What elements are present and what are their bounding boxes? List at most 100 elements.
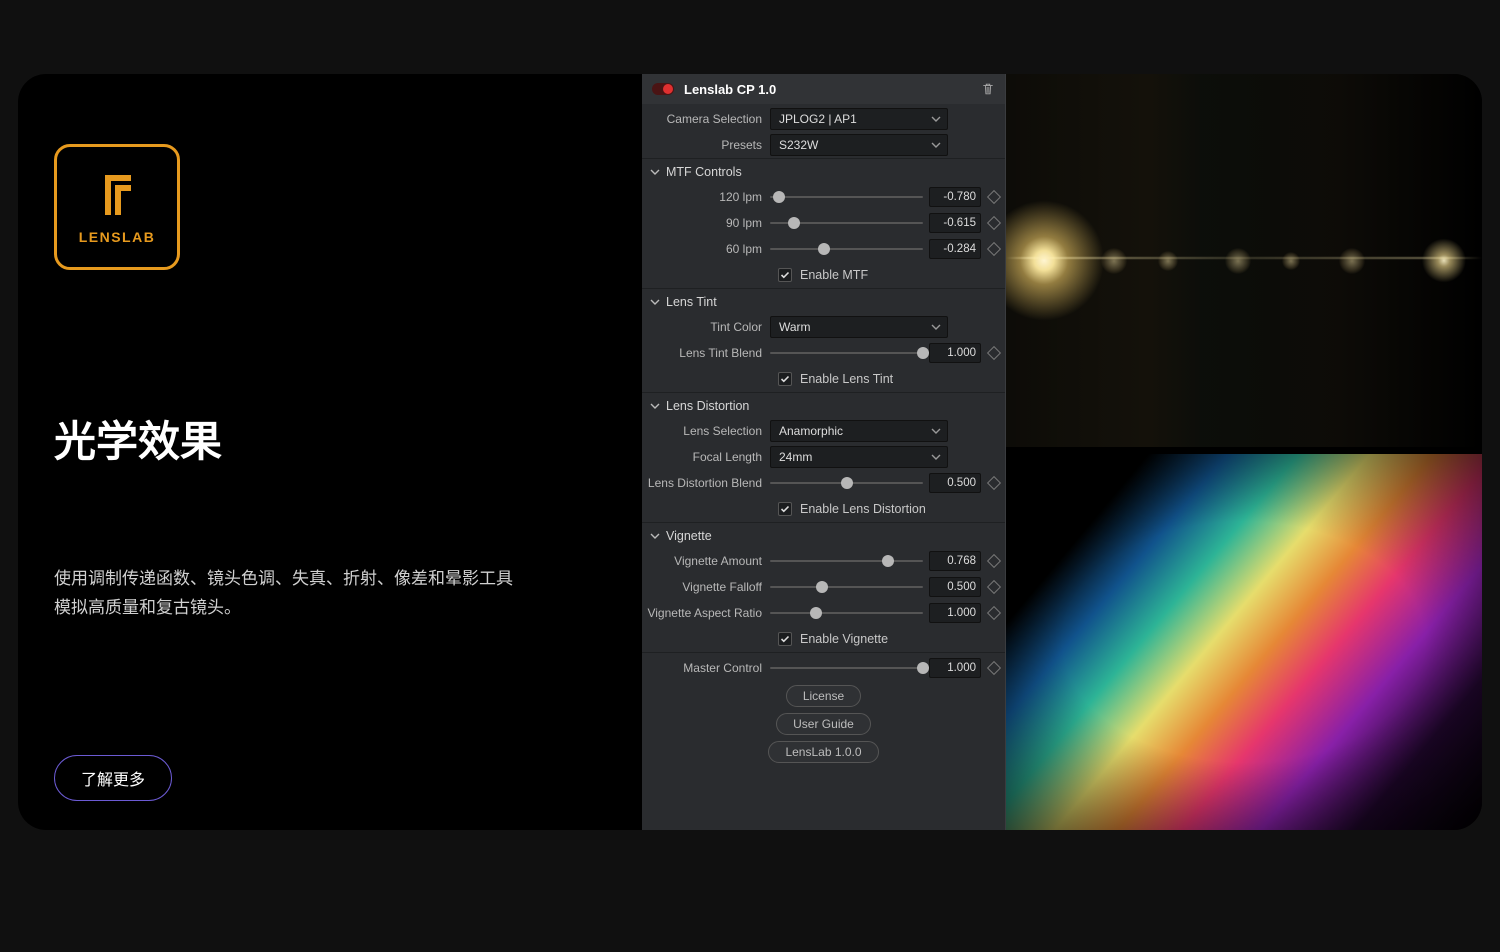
slider-thumb[interactable] [810,607,822,619]
tint-color-label: Tint Color [642,320,770,334]
keyframe-icon[interactable] [987,660,1001,674]
check-icon [780,634,790,644]
lenslab-logo-label: LENSLAB [79,229,156,245]
camera-selection-dropdown[interactable]: JPLOG2 | AP1 [770,108,948,130]
master-control-value[interactable]: 1.000 [929,658,981,678]
focal-length-value: 24mm [779,450,812,464]
lenslab-logo-icon [91,169,143,221]
vignette-amount-label: Vignette Amount [642,554,770,568]
check-icon [780,374,790,384]
slider-60lpm-label: 60 lpm [642,242,770,256]
enable-mtf-label: Enable MTF [800,268,868,282]
lens-tint-blend-slider[interactable] [770,352,923,354]
enable-lens-tint-checkbox[interactable] [778,372,792,386]
chevron-down-icon [650,167,660,177]
page-description: 使用调制传递函数、镜头色调、失真、折射、像差和晕影工具模拟高质量和复古镜头。 [54,565,514,623]
slider-thumb[interactable] [882,555,894,567]
master-control-label: Master Control [642,661,770,675]
check-icon [780,270,790,280]
vignette-amount-slider[interactable] [770,560,923,562]
keyframe-icon[interactable] [987,476,1001,490]
chevron-down-icon [650,401,660,411]
tint-color-value: Warm [779,320,811,334]
lens-selection-dropdown[interactable]: Anamorphic [770,420,948,442]
version-button[interactable]: LensLab 1.0.0 [768,741,878,763]
slider-thumb[interactable] [917,662,929,674]
chevron-down-icon [931,322,941,332]
slider-120lpm-value[interactable]: -0.780 [929,187,981,207]
preview-lens-flare [1006,74,1482,447]
keyframe-icon[interactable] [987,554,1001,568]
check-icon [780,504,790,514]
presets-dropdown[interactable]: S232W [770,134,948,156]
lens-selection-value: Anamorphic [779,424,843,438]
enable-lens-distortion-label: Enable Lens Distortion [800,502,926,516]
enable-lens-distortion-checkbox[interactable] [778,502,792,516]
vignette-aspect-value[interactable]: 1.000 [929,603,981,623]
focal-length-dropdown[interactable]: 24mm [770,446,948,468]
slider-thumb[interactable] [788,217,800,229]
learn-more-button[interactable]: 了解更多 [54,755,172,801]
chevron-down-icon [931,140,941,150]
license-button[interactable]: License [786,685,861,707]
chevron-down-icon [931,426,941,436]
vignette-aspect-slider[interactable] [770,612,923,614]
preview-prism-refraction [1006,454,1482,830]
tint-color-dropdown[interactable]: Warm [770,316,948,338]
lens-distortion-blend-slider[interactable] [770,482,923,484]
user-guide-button[interactable]: User Guide [776,713,871,735]
page-title: 光学效果 [54,408,574,469]
slider-thumb[interactable] [917,347,929,359]
slider-60lpm-value[interactable]: -0.284 [929,239,981,259]
trash-icon[interactable] [981,82,995,96]
enable-vignette-label: Enable Vignette [800,632,888,646]
keyframe-icon[interactable] [987,216,1001,230]
lens-tint-blend-label: Lens Tint Blend [642,346,770,360]
section-lens-tint[interactable]: Lens Tint [642,288,1005,314]
presets-value: S232W [779,138,818,152]
lens-selection-label: Lens Selection [642,424,770,438]
section-lens-distortion[interactable]: Lens Distortion [642,392,1005,418]
enable-vignette-checkbox[interactable] [778,632,792,646]
vignette-falloff-value[interactable]: 0.500 [929,577,981,597]
enable-mtf-checkbox[interactable] [778,268,792,282]
section-vignette[interactable]: Vignette [642,522,1005,548]
focal-length-label: Focal Length [642,450,770,464]
slider-thumb[interactable] [818,243,830,255]
chevron-down-icon [931,114,941,124]
keyframe-icon[interactable] [987,242,1001,256]
panel-header: Lenslab CP 1.0 [642,74,1005,104]
lens-tint-blend-value[interactable]: 1.000 [929,343,981,363]
vignette-falloff-slider[interactable] [770,586,923,588]
master-control-slider[interactable] [770,667,923,669]
slider-90lpm-value[interactable]: -0.615 [929,213,981,233]
chevron-down-icon [931,452,941,462]
slider-thumb[interactable] [841,477,853,489]
section-mtf-controls[interactable]: MTF Controls [642,158,1005,184]
inspector-panel: Lenslab CP 1.0 Camera Selection JPLOG2 |… [642,74,1006,830]
slider-90lpm-label: 90 lpm [642,216,770,230]
vignette-amount-value[interactable]: 0.768 [929,551,981,571]
keyframe-icon[interactable] [987,346,1001,360]
slider-60lpm[interactable] [770,248,923,250]
section-vignette-title: Vignette [666,529,712,543]
presets-label: Presets [642,138,770,152]
keyframe-icon[interactable] [987,580,1001,594]
product-card: LENSLAB 光学效果 使用调制传递函数、镜头色调、失真、折射、像差和晕影工具… [18,74,1482,830]
plugin-enable-toggle[interactable] [652,83,674,95]
lens-distortion-blend-value[interactable]: 0.500 [929,473,981,493]
slider-120lpm-label: 120 lpm [642,190,770,204]
slider-120lpm[interactable] [770,196,923,198]
section-lens-tint-title: Lens Tint [666,295,717,309]
enable-lens-tint-label: Enable Lens Tint [800,372,893,386]
section-lens-distortion-title: Lens Distortion [666,399,749,413]
slider-thumb[interactable] [816,581,828,593]
keyframe-icon[interactable] [987,190,1001,204]
slider-thumb[interactable] [773,191,785,203]
section-mtf-title: MTF Controls [666,165,742,179]
chevron-down-icon [650,531,660,541]
vignette-aspect-label: Vignette Aspect Ratio [642,606,770,620]
lenslab-logo: LENSLAB [54,144,180,270]
keyframe-icon[interactable] [987,606,1001,620]
slider-90lpm[interactable] [770,222,923,224]
